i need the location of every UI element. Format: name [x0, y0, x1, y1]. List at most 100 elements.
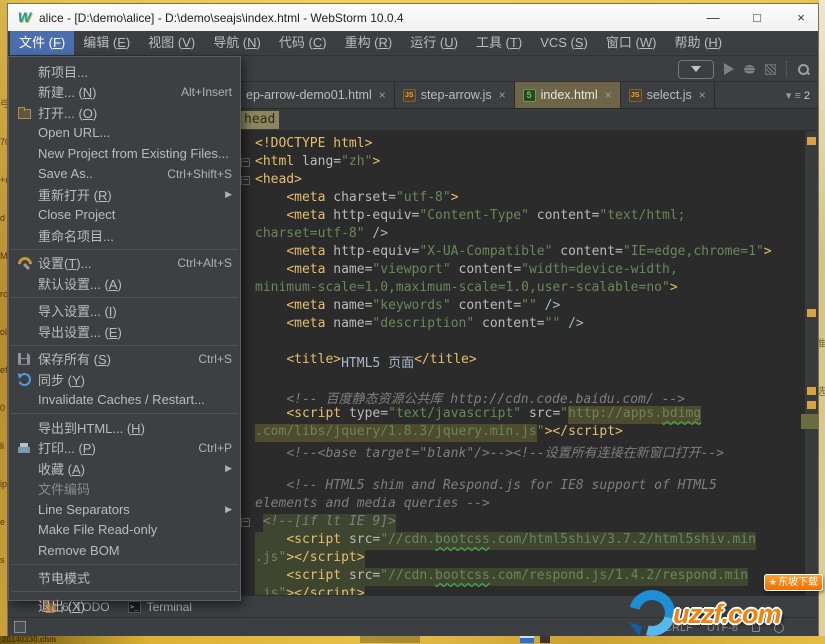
menu-item-remove-bom[interactable]: Remove BOM: [9, 540, 240, 561]
taskbar-icon[interactable]: [520, 636, 534, 643]
warning-marker[interactable]: [807, 401, 816, 409]
code-token: "//cdn.: [380, 532, 435, 550]
menu-item-make-file-read-only[interactable]: Make File Read-only: [9, 520, 240, 541]
menu-item-synchronize[interactable]: 同步 (Y): [9, 369, 240, 390]
close-button[interactable]: ×: [794, 10, 808, 25]
menu-item-favorites[interactable]: 收藏 (A)▶: [9, 458, 240, 479]
warning-marker[interactable]: [807, 387, 816, 395]
menu-item-new-project-from-existing[interactable]: New Project from Existing Files...: [9, 143, 240, 164]
code-token: elements and media queries -->: [255, 496, 490, 514]
coverage-icon[interactable]: [765, 64, 776, 75]
menubar-item-navigate[interactable]: 导航 (N): [204, 31, 270, 55]
code-token: bdimg: [662, 406, 701, 424]
menu-item-label: 新建... (N): [38, 82, 169, 101]
code-token: <!-- HTML5 shim and Respond.js for IE8 s…: [286, 478, 716, 496]
close-tab-icon[interactable]: ×: [499, 88, 506, 102]
taskbar-item: [360, 636, 420, 643]
taskbar-icon[interactable]: [540, 636, 550, 643]
blank-icon: [17, 502, 32, 516]
menubar-item-run[interactable]: 运行 (U): [401, 31, 467, 55]
menubar-item-tools[interactable]: 工具 (T): [467, 31, 531, 55]
menu-item-save-as[interactable]: Save As..Ctrl+Shift+S: [9, 164, 240, 185]
menu-item-exit[interactable]: 退出 (X): [9, 595, 240, 616]
code-token: .com/html5shiv/3.7.2/html5shiv.min: [490, 532, 756, 550]
debug-icon[interactable]: [744, 65, 755, 74]
menu-item-power-save-mode[interactable]: 节电模式: [9, 568, 240, 589]
menu-item-import-settings[interactable]: 导入设置... (I): [9, 301, 240, 322]
code-token: >: [372, 154, 380, 172]
toolbar-separator: [786, 61, 787, 77]
menu-item-label: 退出 (X): [38, 596, 232, 615]
desktop-wallpaper-right: 准选: [819, 0, 825, 644]
mnemonic: S: [98, 352, 107, 367]
menu-item-save-all[interactable]: 保存所有 (S)Ctrl+S: [9, 349, 240, 370]
watermark: uzzf.com ★东坡下载: [627, 572, 823, 640]
menubar-item-file[interactable]: 文件 (F): [10, 31, 74, 55]
menu-item-new[interactable]: 新建... (N)Alt+Insert: [9, 82, 240, 103]
code-token: http-equiv=: [333, 244, 419, 262]
tab-select-js[interactable]: JSselect.js×: [621, 82, 715, 108]
mnemonic: U: [444, 35, 453, 50]
mnemonic: H: [131, 421, 140, 436]
menu-item-print[interactable]: 打印... (P)Ctrl+P: [9, 438, 240, 459]
warning-marker[interactable]: [807, 137, 816, 145]
fold-marker[interactable]: –: [241, 158, 250, 167]
error-stripe-scrollbar[interactable]: [805, 131, 818, 595]
code-token: minimum-scale=1.0,maximum-scale=1.0,user…: [255, 280, 670, 298]
tab-label: index.html: [541, 88, 598, 102]
menu-item-new-project[interactable]: 新项目...: [9, 61, 240, 82]
code-token: >: [670, 280, 678, 298]
menu-item-export-settings[interactable]: 导出设置... (E): [9, 321, 240, 342]
menu-item-line-separators[interactable]: Line Separators▶: [9, 499, 240, 520]
menu-item-file-encoding[interactable]: 文件编码: [9, 479, 240, 500]
warning-marker[interactable]: [807, 309, 816, 317]
close-tab-icon[interactable]: ×: [379, 88, 386, 102]
code-token: <meta: [286, 262, 333, 280]
menu-separator: [11, 564, 238, 565]
menubar-item-code[interactable]: 代码 (C): [270, 31, 336, 55]
toolwindow-toggle-icon[interactable]: [14, 621, 26, 633]
menu-item-rename-project[interactable]: 重命名项目...: [9, 225, 240, 246]
run-icon[interactable]: [724, 63, 734, 75]
menubar-item-view[interactable]: 视图 (V): [139, 31, 204, 55]
run-config-dropdown[interactable]: [678, 60, 714, 79]
mnemonic: W: [640, 35, 652, 50]
code-token: [255, 190, 286, 208]
maximize-button[interactable]: □: [750, 10, 764, 25]
menu-item-label: 导出到HTML... (H): [38, 418, 232, 437]
menubar-item-help[interactable]: 帮助 (H): [665, 31, 731, 55]
code-line: .com/libs/jquery/1.8.3/jquery.min.js"></…: [238, 424, 804, 442]
menu-item-open[interactable]: 打开... (O): [9, 102, 240, 123]
menubar-item-edit[interactable]: 编辑 (E): [74, 31, 139, 55]
code-token: bootcss: [435, 568, 490, 586]
menu-item-open-url[interactable]: Open URL...: [9, 123, 240, 144]
menu-item-invalidate-caches[interactable]: Invalidate Caches / Restart...: [9, 390, 240, 411]
tab-index-html[interactable]: 5index.html×: [515, 82, 621, 108]
menu-item-default-settings[interactable]: 默认设置... (A): [9, 273, 240, 294]
hidden-tabs-indicator[interactable]: ▾ ≡ 2: [786, 82, 810, 109]
scrollbar-thumb[interactable]: [801, 414, 818, 429]
close-tab-icon[interactable]: ×: [699, 88, 706, 102]
close-tab-icon[interactable]: ×: [605, 88, 612, 102]
minimize-button[interactable]: —: [706, 10, 720, 25]
fold-marker[interactable]: –: [241, 518, 250, 527]
menubar-item-window[interactable]: 窗口 (W): [597, 31, 666, 55]
blank-icon: [17, 64, 32, 78]
breadcrumb-head[interactable]: head: [240, 111, 279, 129]
menubar-item-refactor[interactable]: 重构 (R): [336, 31, 402, 55]
tab-step-arrow-js[interactable]: JSstep-arrow.js×: [395, 82, 515, 108]
fold-marker[interactable]: –: [241, 176, 250, 185]
blank-icon: [17, 598, 32, 612]
menu-item-settings[interactable]: 设置(T)...Ctrl+Alt+S: [9, 253, 240, 274]
tab-label: ep-arrow-demo01.html: [246, 88, 372, 102]
menubar-item-vcs[interactable]: VCS (S): [531, 31, 597, 55]
code-token: <!--[if lt IE 9]>: [263, 514, 396, 532]
tab-ep-arrow-demo01-html[interactable]: ep-arrow-demo01.html ×: [238, 82, 395, 108]
code-token: </title>: [414, 352, 477, 370]
code-area: <!DOCTYPE html>–<html lang="zh">–<head> …: [238, 136, 804, 595]
menu-item-reopen[interactable]: 重新打开 (R)▶: [9, 184, 240, 205]
search-icon[interactable]: [797, 63, 810, 76]
tab-label: step-arrow.js: [421, 88, 492, 102]
menu-item-export-to-html[interactable]: 导出到HTML... (H): [9, 417, 240, 438]
menu-item-close-project[interactable]: Close Project: [9, 205, 240, 226]
